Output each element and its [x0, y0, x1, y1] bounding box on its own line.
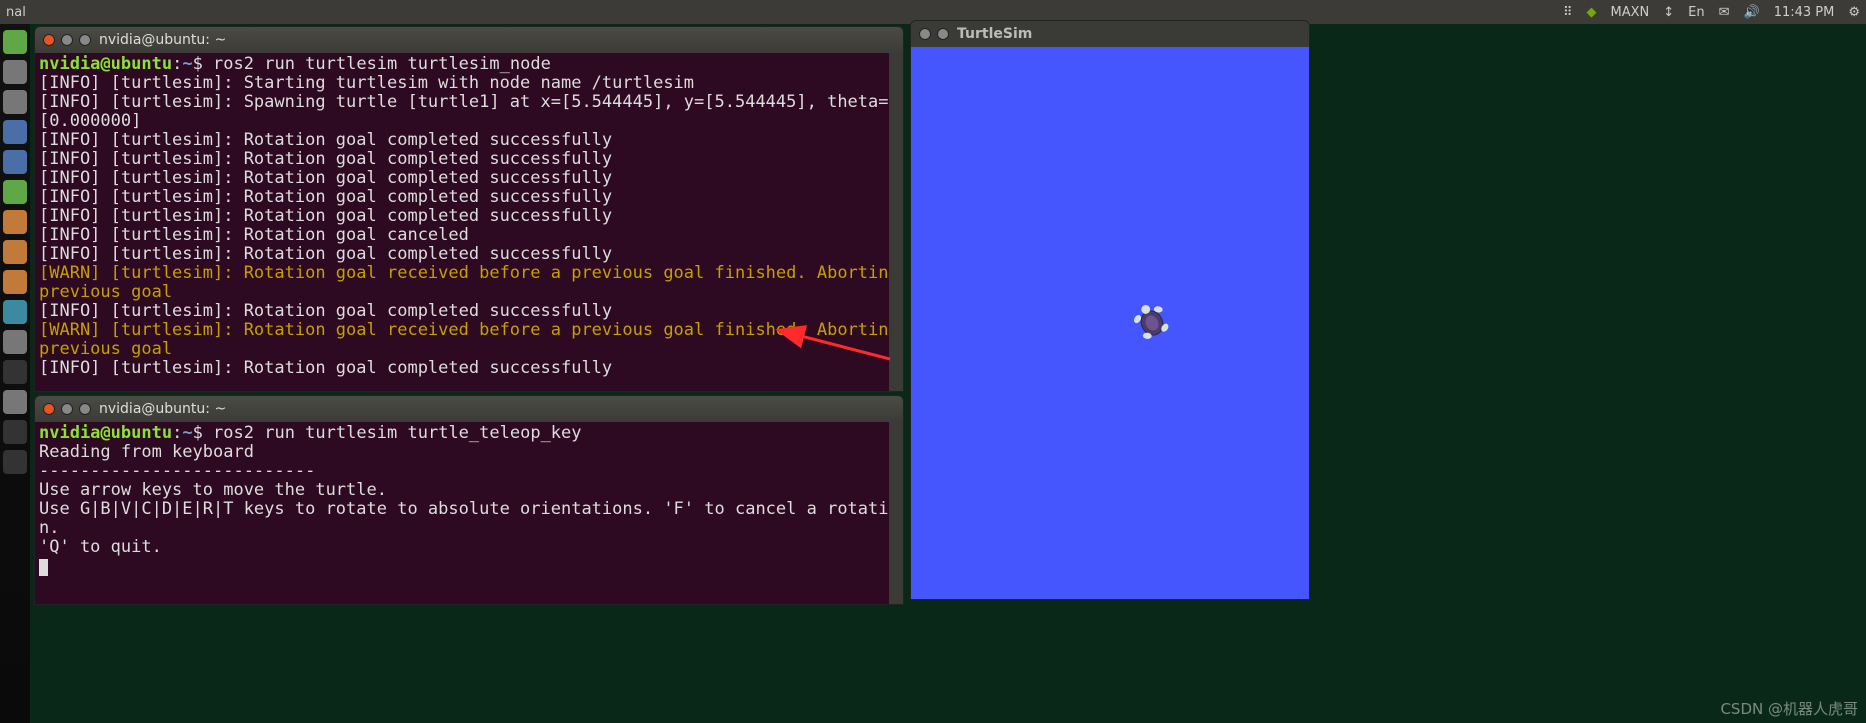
menubar-volume-icon[interactable]: 🔊 — [1744, 5, 1760, 20]
maximize-icon[interactable] — [79, 34, 91, 46]
menubar-indicator-grid[interactable]: ⠿ — [1563, 5, 1573, 20]
launcher-item[interactable] — [3, 150, 27, 174]
launcher-item[interactable] — [3, 210, 27, 234]
launcher-item[interactable] — [3, 330, 27, 354]
launcher-item[interactable] — [3, 390, 27, 414]
launcher-item[interactable] — [3, 420, 27, 444]
launcher-item[interactable] — [3, 60, 27, 84]
maximize-icon[interactable] — [79, 403, 91, 415]
window-title: nvidia@ubuntu: ~ — [99, 32, 226, 48]
menubar-sync-icon[interactable]: ↕ — [1663, 5, 1674, 20]
terminal-output[interactable]: nvidia@ubuntu:~$ ros2 run turtlesim turt… — [35, 422, 903, 578]
scrollbar[interactable] — [889, 422, 903, 604]
titlebar[interactable]: TurtleSim — [911, 21, 1309, 47]
window-title: TurtleSim — [957, 26, 1032, 42]
menubar-gear-icon[interactable]: ⚙ — [1848, 5, 1860, 20]
menubar-maxn-label: MAXN — [1610, 5, 1649, 20]
menubar-app-title: nal — [6, 5, 26, 20]
menubar-nvidia-icon[interactable]: ◆ — [1586, 5, 1596, 20]
terminal-output[interactable]: nvidia@ubuntu:~$ ros2 run turtlesim turt… — [35, 53, 903, 380]
close-icon[interactable] — [919, 28, 931, 40]
launcher-item[interactable] — [3, 300, 27, 324]
window-title: nvidia@ubuntu: ~ — [99, 401, 226, 417]
launcher-item[interactable] — [3, 450, 27, 474]
scrollbar[interactable] — [889, 53, 903, 391]
close-icon[interactable] — [43, 34, 55, 46]
launcher-item[interactable] — [3, 120, 27, 144]
turtle-icon — [1130, 301, 1174, 345]
launcher[interactable] — [0, 24, 30, 723]
launcher-item[interactable] — [3, 90, 27, 114]
terminal-window-bottom[interactable]: nvidia@ubuntu: ~ nvidia@ubuntu:~$ ros2 r… — [34, 395, 904, 605]
menubar-lang[interactable]: En — [1688, 5, 1704, 20]
launcher-item[interactable] — [3, 30, 27, 54]
close-icon[interactable] — [43, 403, 55, 415]
titlebar[interactable]: nvidia@ubuntu: ~ — [35, 27, 903, 53]
launcher-item[interactable] — [3, 180, 27, 204]
watermark: CSDN @机器人虎哥 — [1720, 698, 1858, 719]
launcher-item[interactable] — [3, 240, 27, 264]
turtlesim-window[interactable]: TurtleSim — [910, 20, 1310, 600]
minimize-icon[interactable] — [61, 34, 73, 46]
launcher-item[interactable] — [3, 360, 27, 384]
minimize-icon[interactable] — [61, 403, 73, 415]
menubar-clock[interactable]: 11:43 PM — [1774, 5, 1835, 20]
menubar-mail-icon[interactable]: ✉ — [1719, 5, 1730, 20]
titlebar[interactable]: nvidia@ubuntu: ~ — [35, 396, 903, 422]
minimize-icon[interactable] — [937, 28, 949, 40]
terminal-window-top[interactable]: nvidia@ubuntu: ~ nvidia@ubuntu:~$ ros2 r… — [34, 26, 904, 392]
launcher-item[interactable] — [3, 270, 27, 294]
turtlesim-canvas[interactable] — [911, 47, 1309, 599]
